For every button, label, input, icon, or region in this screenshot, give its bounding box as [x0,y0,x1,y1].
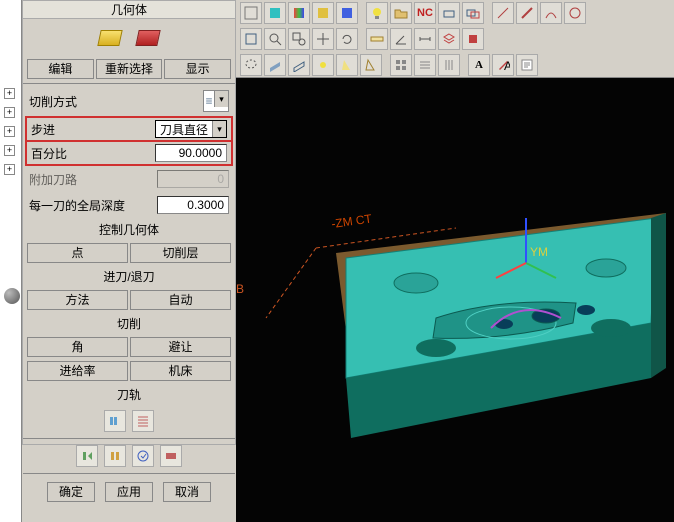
depth-input[interactable]: 0.3000 [157,196,229,214]
verify-icon[interactable] [132,445,154,467]
reselect-button[interactable]: 重新选择 [96,59,163,79]
svg-text:A: A [504,59,510,72]
marker-b: B [236,282,244,296]
geom-icons [23,23,235,53]
step-dropdown[interactable]: 刀具直径 ▾ [155,120,227,138]
svg-text:-ZM CT: -ZM CT [330,211,373,231]
zoom-icon[interactable] [264,28,286,50]
stock-icon[interactable] [438,2,460,24]
toolpath-title: 刀轨 [23,383,235,406]
toolpath-list-icon[interactable] [132,410,154,432]
light-cfg-icon[interactable] [360,54,382,76]
top-toolbars: NC A A [236,0,674,78]
layer-icon[interactable] [438,28,460,50]
arc-icon[interactable] [540,2,562,24]
point-button[interactable]: 点 [27,243,128,263]
cut-method-combo[interactable]: ▾ [203,90,229,112]
machine-button[interactable]: 机床 [130,361,231,381]
circle-icon[interactable] [564,2,586,24]
light-icon[interactable] [312,54,334,76]
viewport-3d[interactable]: B -ZM CT YM [236,78,674,522]
auto-button[interactable]: 自动 [130,290,231,310]
fit-icon[interactable] [240,28,262,50]
step-value: 刀具直径 [156,121,212,138]
cut-title: 切削 [23,312,235,335]
rotate-icon[interactable] [336,28,358,50]
geom-blank-icon[interactable] [135,30,160,46]
generate-icon[interactable] [76,445,98,467]
toolbar-row-3: A A [236,52,674,78]
chevron-down-icon[interactable]: ▾ [214,91,228,107]
method-button[interactable]: 方法 [27,290,128,310]
tree-expand-2[interactable]: + [4,107,15,118]
grid2-icon[interactable] [414,54,436,76]
angle-icon[interactable] [390,28,412,50]
cancel-button[interactable]: 取消 [163,482,211,502]
pct-label: 百分比 [31,145,151,162]
edit-button[interactable]: 编辑 [27,59,94,79]
geom-part-icon[interactable] [97,30,122,46]
avoid-button[interactable]: 避让 [130,337,231,357]
feedrate-button[interactable]: 进给率 [27,361,128,381]
apply-button[interactable]: 应用 [105,482,153,502]
ruler-icon[interactable] [366,28,388,50]
text-icon[interactable]: A [468,54,490,76]
toolbar-row-1: NC [236,0,674,26]
dist-icon[interactable] [414,28,436,50]
tree-expand-1[interactable]: + [4,88,15,99]
pct-input[interactable]: 90.0000 [155,144,227,162]
light-spot-icon[interactable] [336,54,358,76]
cutlayer-button[interactable]: 切削层 [130,243,231,263]
axis-label: YM [530,245,548,259]
grid1-icon[interactable] [390,54,412,76]
control-geom-title: 控制几何体 [23,218,235,241]
line2-icon[interactable] [516,2,538,24]
show-button[interactable]: 显示 [164,59,231,79]
aux-path-label: 附加刀路 [29,171,153,188]
replay-icon[interactable] [104,445,126,467]
cube-yellow-icon[interactable] [312,2,334,24]
grid3-icon[interactable] [438,54,460,76]
geom-header: 几何体 [23,1,235,19]
aux-path-input: 0 [157,170,229,188]
toolpath-show-icon[interactable] [104,410,126,432]
tree-expand-4[interactable]: + [4,145,15,156]
lead-title: 进刀/退刀 [23,265,235,288]
chevron-down-icon[interactable]: ▾ [212,121,226,137]
cut-method-label: 切削方式 [29,93,199,110]
operation-panel: 几何体 编辑 重新选择 显示 切削方式 ▾ 步进 刀具直径 ▾ 百分比 90.0… [22,0,236,445]
nc-icon[interactable]: NC [414,2,436,24]
left-tree: + + + + + [0,0,22,522]
step-label: 步进 [31,121,151,138]
tree-expand-5[interactable]: + [4,164,15,175]
cube-rainbow-icon[interactable] [288,2,310,24]
line1-icon[interactable] [492,2,514,24]
cube-cyan-icon[interactable] [264,2,286,24]
slider-knob[interactable] [4,288,20,304]
plane1-icon[interactable] [264,54,286,76]
stock2-icon[interactable] [462,2,484,24]
tree-expand-3[interactable]: + [4,126,15,137]
ok-button[interactable]: 确定 [47,482,95,502]
pencil-a-icon[interactable]: A [492,54,514,76]
depth-label: 每一刀的全局深度 [29,197,153,214]
pan-icon[interactable] [312,28,334,50]
cube-wire-icon[interactable] [240,2,262,24]
box-icon[interactable] [462,28,484,50]
bulb-icon[interactable] [366,2,388,24]
folder-icon[interactable] [390,2,412,24]
corner-button[interactable]: 角 [27,337,128,357]
lasso-icon[interactable] [240,54,262,76]
cube-blue-icon[interactable] [336,2,358,24]
zoom-window-icon[interactable] [288,28,310,50]
toolbar-row-2 [236,26,674,52]
simulate-icon[interactable] [160,445,182,467]
plane2-icon[interactable] [288,54,310,76]
note-icon[interactable] [516,54,538,76]
